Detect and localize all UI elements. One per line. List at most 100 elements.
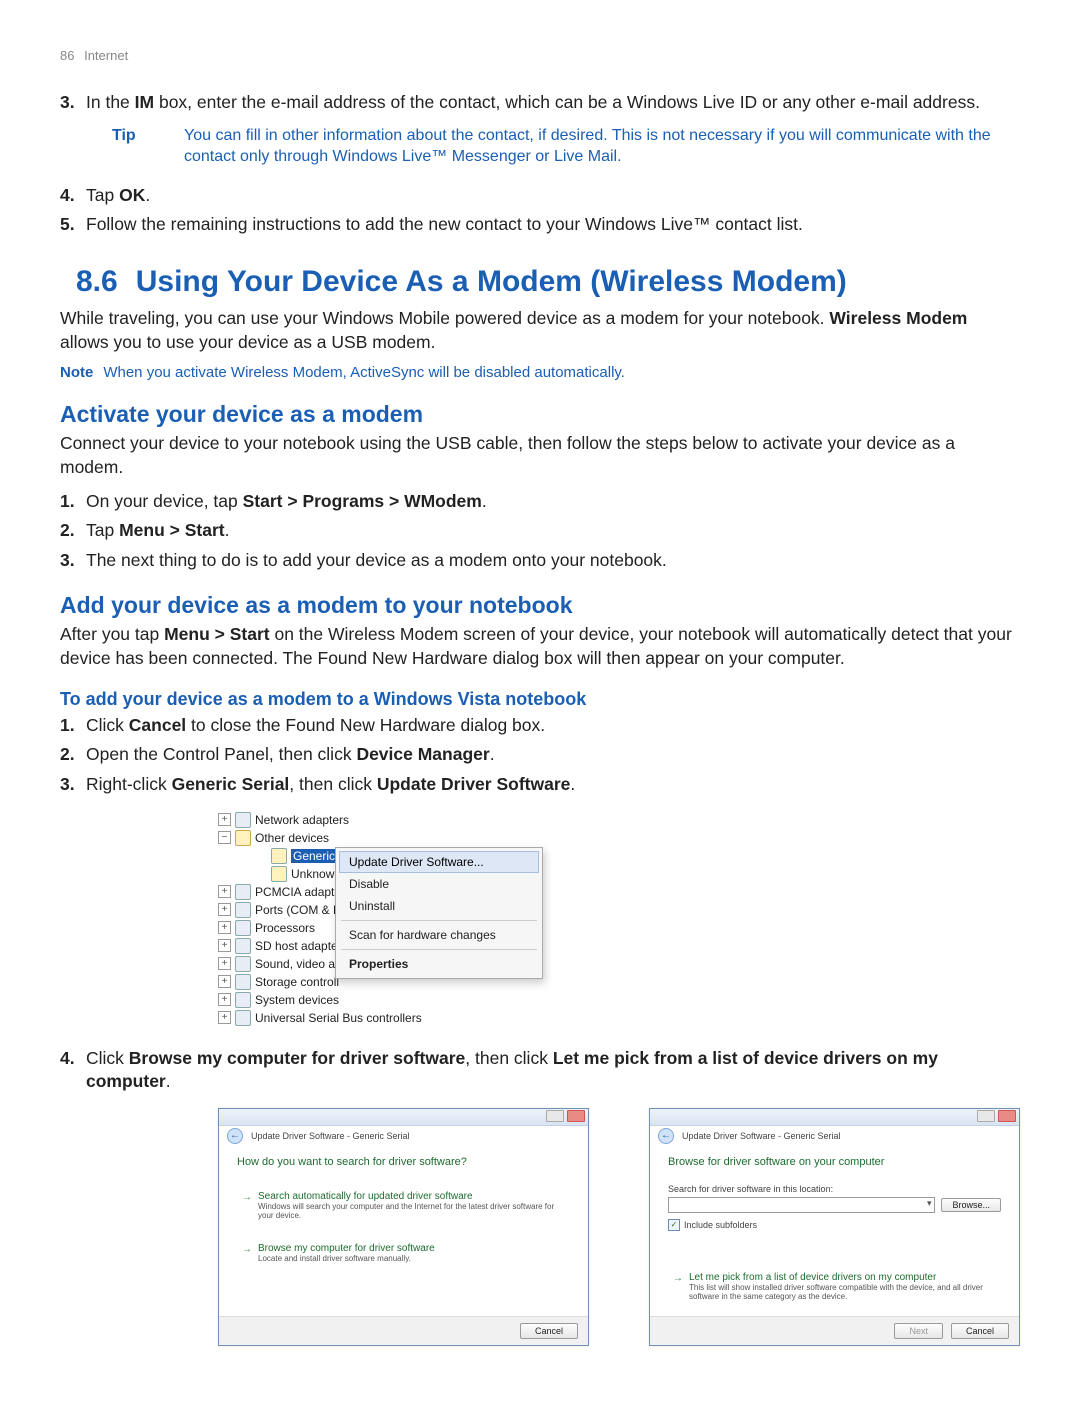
dialog-header: ← Update Driver Software - Generic Seria…	[219, 1126, 588, 1146]
expand-icon[interactable]: +	[218, 993, 231, 1006]
folder-icon	[235, 830, 251, 846]
step-number: 3.	[60, 549, 86, 573]
update-driver-dialog-1: ← Update Driver Software - Generic Seria…	[218, 1108, 589, 1346]
back-arrow-icon[interactable]: ←	[227, 1128, 243, 1144]
note-label: Note	[60, 364, 93, 381]
next-button[interactable]: Next	[894, 1323, 943, 1339]
menu-separator	[341, 949, 537, 950]
note-body: When you activate Wireless Modem, Active…	[103, 364, 625, 381]
dialog-header: ← Update Driver Software - Generic Seria…	[650, 1126, 1019, 1146]
subsection-heading: Add your device as a modem to your noteb…	[60, 592, 1020, 619]
tip-row: Tip You can fill in other information ab…	[112, 125, 1020, 168]
subsection-intro: After you tap Menu > Start on the Wirele…	[60, 623, 1020, 670]
button-bar: Cancel	[219, 1316, 588, 1345]
note-row: Note When you activate Wireless Modem, Ac…	[60, 364, 1020, 381]
step-body: Click Cancel to close the Found New Hard…	[86, 714, 1020, 738]
expand-icon[interactable]: +	[218, 885, 231, 898]
subsection-intro: Connect your device to your notebook usi…	[60, 432, 1020, 479]
step-body: In the IM box, enter the e-mail address …	[86, 91, 1020, 178]
step-number: 2.	[60, 743, 86, 767]
arrow-icon: →	[673, 1273, 683, 1284]
tree-item-system[interactable]: +System devices	[218, 991, 588, 1009]
minimize-button[interactable]	[546, 1110, 564, 1122]
cancel-button[interactable]: Cancel	[951, 1323, 1009, 1339]
step-body: Click Browse my computer for driver soft…	[86, 1047, 1020, 1094]
back-arrow-icon[interactable]: ←	[658, 1128, 674, 1144]
arrow-icon: →	[242, 1244, 252, 1255]
button-bar: Next Cancel	[650, 1316, 1019, 1345]
location-combobox[interactable]	[668, 1197, 935, 1213]
menu-item-uninstall[interactable]: Uninstall	[339, 895, 539, 917]
step-number: 1.	[60, 490, 86, 514]
dialog-question: How do you want to search for driver sof…	[237, 1156, 570, 1168]
device-icon	[235, 1010, 251, 1026]
device-icon	[235, 920, 251, 936]
tree-item-network-adapters[interactable]: +Network adapters	[218, 811, 588, 829]
step-body: Tap OK.	[86, 184, 1020, 208]
activate-steps: 1. On your device, tap Start > Programs …	[60, 490, 1020, 573]
device-icon	[235, 884, 251, 900]
device-icon	[235, 974, 251, 990]
expand-icon[interactable]: +	[218, 903, 231, 916]
context-menu: Update Driver Software... Disable Uninst…	[335, 847, 543, 979]
expand-icon[interactable]: +	[218, 921, 231, 934]
update-driver-dialog-2: ← Update Driver Software - Generic Seria…	[649, 1108, 1020, 1346]
tip-body: You can fill in other information about …	[184, 125, 1020, 168]
dialog-title: Update Driver Software - Generic Serial	[682, 1131, 841, 1141]
close-button[interactable]	[998, 1110, 1016, 1122]
expand-icon[interactable]: +	[218, 957, 231, 970]
titlebar	[219, 1109, 588, 1126]
unknown-device-icon	[271, 848, 287, 864]
tree-item-other-devices[interactable]: −Other devices	[218, 829, 588, 847]
header-section: Internet	[84, 48, 128, 63]
expand-icon[interactable]: +	[218, 813, 231, 826]
arrow-icon: →	[242, 1192, 252, 1203]
step-number: 3.	[60, 91, 86, 178]
tip-label: Tip	[112, 125, 184, 168]
collapse-icon[interactable]: −	[218, 831, 231, 844]
step-body: Tap Menu > Start.	[86, 519, 1020, 543]
menu-item-scan[interactable]: Scan for hardware changes	[339, 924, 539, 946]
cancel-button[interactable]: Cancel	[520, 1323, 578, 1339]
option-search-automatically[interactable]: → Search automatically for updated drive…	[237, 1184, 570, 1228]
expand-icon[interactable]: +	[218, 1011, 231, 1024]
checkbox-label: Include subfolders	[684, 1220, 757, 1230]
vista-step-4: 4. Click Browse my computer for driver s…	[60, 1047, 1020, 1094]
step-body: On your device, tap Start > Programs > W…	[86, 490, 1020, 514]
step-body: Follow the remaining instructions to add…	[86, 213, 1020, 237]
section-intro: While traveling, you can use your Window…	[60, 307, 1020, 354]
include-subfolders-checkbox[interactable]: ✓	[668, 1219, 680, 1231]
menu-item-disable[interactable]: Disable	[339, 873, 539, 895]
menu-item-properties[interactable]: Properties	[339, 953, 539, 975]
device-manager-figure: +Network adapters −Other devices Generic…	[218, 811, 588, 1027]
page-number: 86	[60, 48, 74, 63]
close-button[interactable]	[567, 1110, 585, 1122]
browse-button[interactable]: Browse...	[941, 1198, 1001, 1212]
minimize-button[interactable]	[977, 1110, 995, 1122]
expand-icon[interactable]: +	[218, 975, 231, 988]
device-icon	[235, 992, 251, 1008]
expand-icon[interactable]: +	[218, 939, 231, 952]
vista-steps-a: 1. Click Cancel to close the Found New H…	[60, 714, 1020, 797]
step-number: 1.	[60, 714, 86, 738]
menu-separator	[341, 920, 537, 921]
menu-item-update-driver[interactable]: Update Driver Software...	[339, 851, 539, 873]
continued-steps: 3. In the IM box, enter the e-mail addre…	[60, 91, 1020, 237]
step-number: 4.	[60, 184, 86, 208]
subsubsection-heading: To add your device as a modem to a Windo…	[60, 689, 1020, 710]
dialog-heading: Browse for driver software on your compu…	[668, 1156, 1001, 1168]
tree-item-usb[interactable]: +Universal Serial Bus controllers	[218, 1009, 588, 1027]
section-title: Using Your Device As a Modem (Wireless M…	[136, 265, 847, 299]
option-browse-computer[interactable]: → Browse my computer for driver software…	[237, 1236, 570, 1271]
dialog-row: ← Update Driver Software - Generic Seria…	[218, 1108, 1020, 1346]
dialog-title: Update Driver Software - Generic Serial	[251, 1131, 410, 1141]
device-icon	[235, 902, 251, 918]
titlebar	[650, 1109, 1019, 1126]
step-body: Open the Control Panel, then click Devic…	[86, 743, 1020, 767]
device-icon	[235, 938, 251, 954]
option-let-me-pick[interactable]: → Let me pick from a list of device driv…	[668, 1265, 1001, 1309]
field-label: Search for driver software in this locat…	[668, 1184, 1001, 1194]
step-number: 2.	[60, 519, 86, 543]
device-icon	[235, 956, 251, 972]
device-icon	[235, 812, 251, 828]
